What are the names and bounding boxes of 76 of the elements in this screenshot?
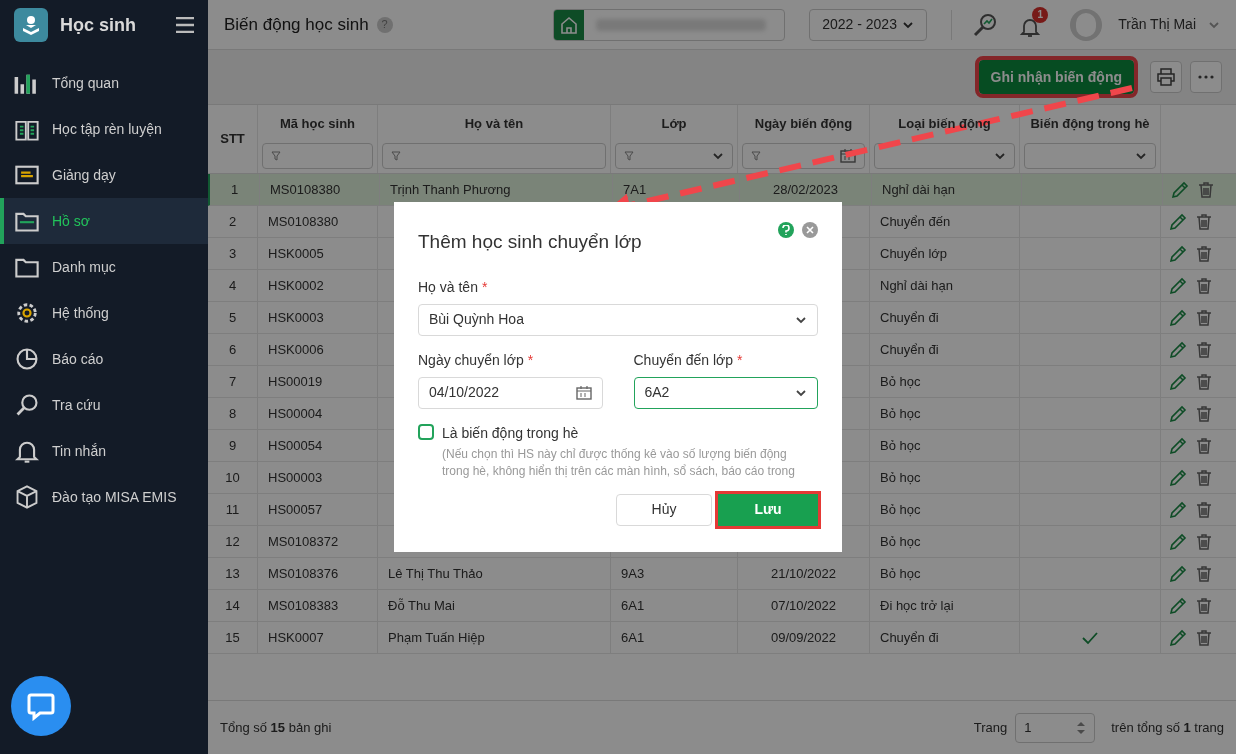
field-label: Ngày chuyển lớp — [418, 350, 524, 370]
table-cell-text: Trịnh Thanh Phương — [390, 180, 511, 199]
table-cell-text: MS0108380 — [270, 180, 341, 199]
table-cell-text: 9 — [228, 436, 237, 455]
table-cell-text: HSK0003 — [268, 308, 324, 327]
table-cell-text: 6A1 — [621, 628, 645, 647]
column-header: Ngày biến động — [754, 115, 853, 134]
table-cell-text: Phạm Tuấn Hiệp — [388, 628, 485, 647]
table-cell-text: 9A3 — [621, 564, 645, 583]
table-cell-text: 4 — [228, 276, 237, 295]
table-cell-text: Bỏ học — [880, 500, 921, 519]
table-cell-text: HS00019 — [268, 372, 323, 391]
table-cell-text: Chuyển đi — [880, 308, 939, 327]
table-cell-text: 7A1 — [623, 180, 647, 199]
table-cell-text: HSK0002 — [268, 276, 324, 295]
table-cell-text: HSK0007 — [268, 628, 324, 647]
record-count: Tổng số 15 bản ghi — [220, 718, 333, 737]
page-label: Trang — [973, 718, 1008, 737]
table-cell-text: 07/10/2022 — [770, 596, 837, 615]
column-header: Mã học sinh — [279, 115, 356, 134]
notification-badge: 1 — [1032, 6, 1049, 23]
table-cell-text: HSK0006 — [268, 340, 324, 359]
page-total: trên tổng số 1 trang — [1111, 718, 1224, 737]
table-cell-text: Nghỉ dài hạn — [880, 276, 953, 295]
table-cell-text: Chuyển lớp — [880, 244, 948, 263]
table-cell-text: 15 — [225, 628, 240, 647]
table-cell-text: 6 — [228, 340, 237, 359]
table-cell-text: Bỏ học — [880, 532, 921, 551]
table-cell-text: HS00054 — [268, 436, 323, 455]
table-cell-text: Nghỉ dài hạn — [882, 180, 955, 199]
table-cell-text: 13 — [225, 564, 240, 583]
column-header: STT — [220, 130, 245, 149]
table-cell-text: 2 — [228, 212, 237, 231]
table-cell-text: 1 — [230, 180, 239, 199]
table-cell-text: Lê Thị Thu Thảo — [388, 564, 483, 583]
table-cell-text: 10 — [225, 468, 240, 487]
table-cell-text: Bỏ học — [880, 564, 921, 583]
table-cell-text: Chuyển đi — [880, 628, 939, 647]
table-cell-text: Bỏ học — [880, 372, 921, 391]
table-cell-text: 8 — [228, 404, 237, 423]
column-header: Biến động trong hè — [1030, 115, 1150, 134]
table-cell-text: Bỏ học — [880, 468, 921, 487]
table-cell-text: Bỏ học — [880, 436, 921, 455]
table-cell-text: 7 — [228, 372, 237, 391]
table-cell-text: MS0108372 — [268, 532, 339, 551]
table-cell-text: HS00003 — [268, 468, 323, 487]
table-cell-text: HS00004 — [268, 404, 323, 423]
table-cell-text: MS0108380 — [268, 212, 339, 231]
table-cell-text: Bỏ học — [880, 404, 921, 423]
page-title: Biến động học sinh — [224, 13, 369, 36]
table-cell-text: MS0108376 — [268, 564, 339, 583]
table-cell-text: HSK0005 — [268, 244, 324, 263]
table-cell-text: Chuyển đến — [880, 212, 951, 231]
field-label: Chuyển đến lớp — [633, 350, 733, 370]
table-cell-text: Đi học trở lại — [880, 596, 954, 615]
required-mark: * — [481, 277, 488, 297]
table-cell-text: Đỗ Thu Mai — [388, 596, 455, 615]
column-header: Lớp — [661, 115, 687, 134]
app-title: Học sinh — [60, 13, 137, 37]
required-mark: * — [737, 350, 743, 370]
table-cell-text: 11 — [225, 500, 240, 519]
table-cell-text: HS00057 — [268, 500, 323, 519]
table-cell-text: 14 — [225, 596, 240, 615]
hint-text: (Nếu chọn thì HS này chỉ được thống kê vào số lượng biến động trong hè, không hiển thị trên các màn hình, sổ sách, báo cáo trong — [442, 445, 796, 480]
required-mark: * — [527, 350, 534, 370]
table-cell-text: MS0108383 — [268, 596, 339, 615]
table-cell-text: 3 — [228, 244, 237, 263]
table-cell-text: 12 — [225, 532, 240, 551]
table-cell-text: 21/10/2022 — [770, 564, 837, 583]
column-header: Họ và tên — [464, 115, 524, 134]
table-cell-text: 28/02/2023 — [772, 180, 839, 199]
table-cell-text: 6A1 — [621, 596, 645, 615]
table-cell-text: Chuyển đi — [880, 340, 939, 359]
table-cell-text: 09/09/2022 — [770, 628, 837, 647]
field-label: Họ và tên — [418, 277, 478, 297]
table-cell-text: 5 — [228, 308, 237, 327]
